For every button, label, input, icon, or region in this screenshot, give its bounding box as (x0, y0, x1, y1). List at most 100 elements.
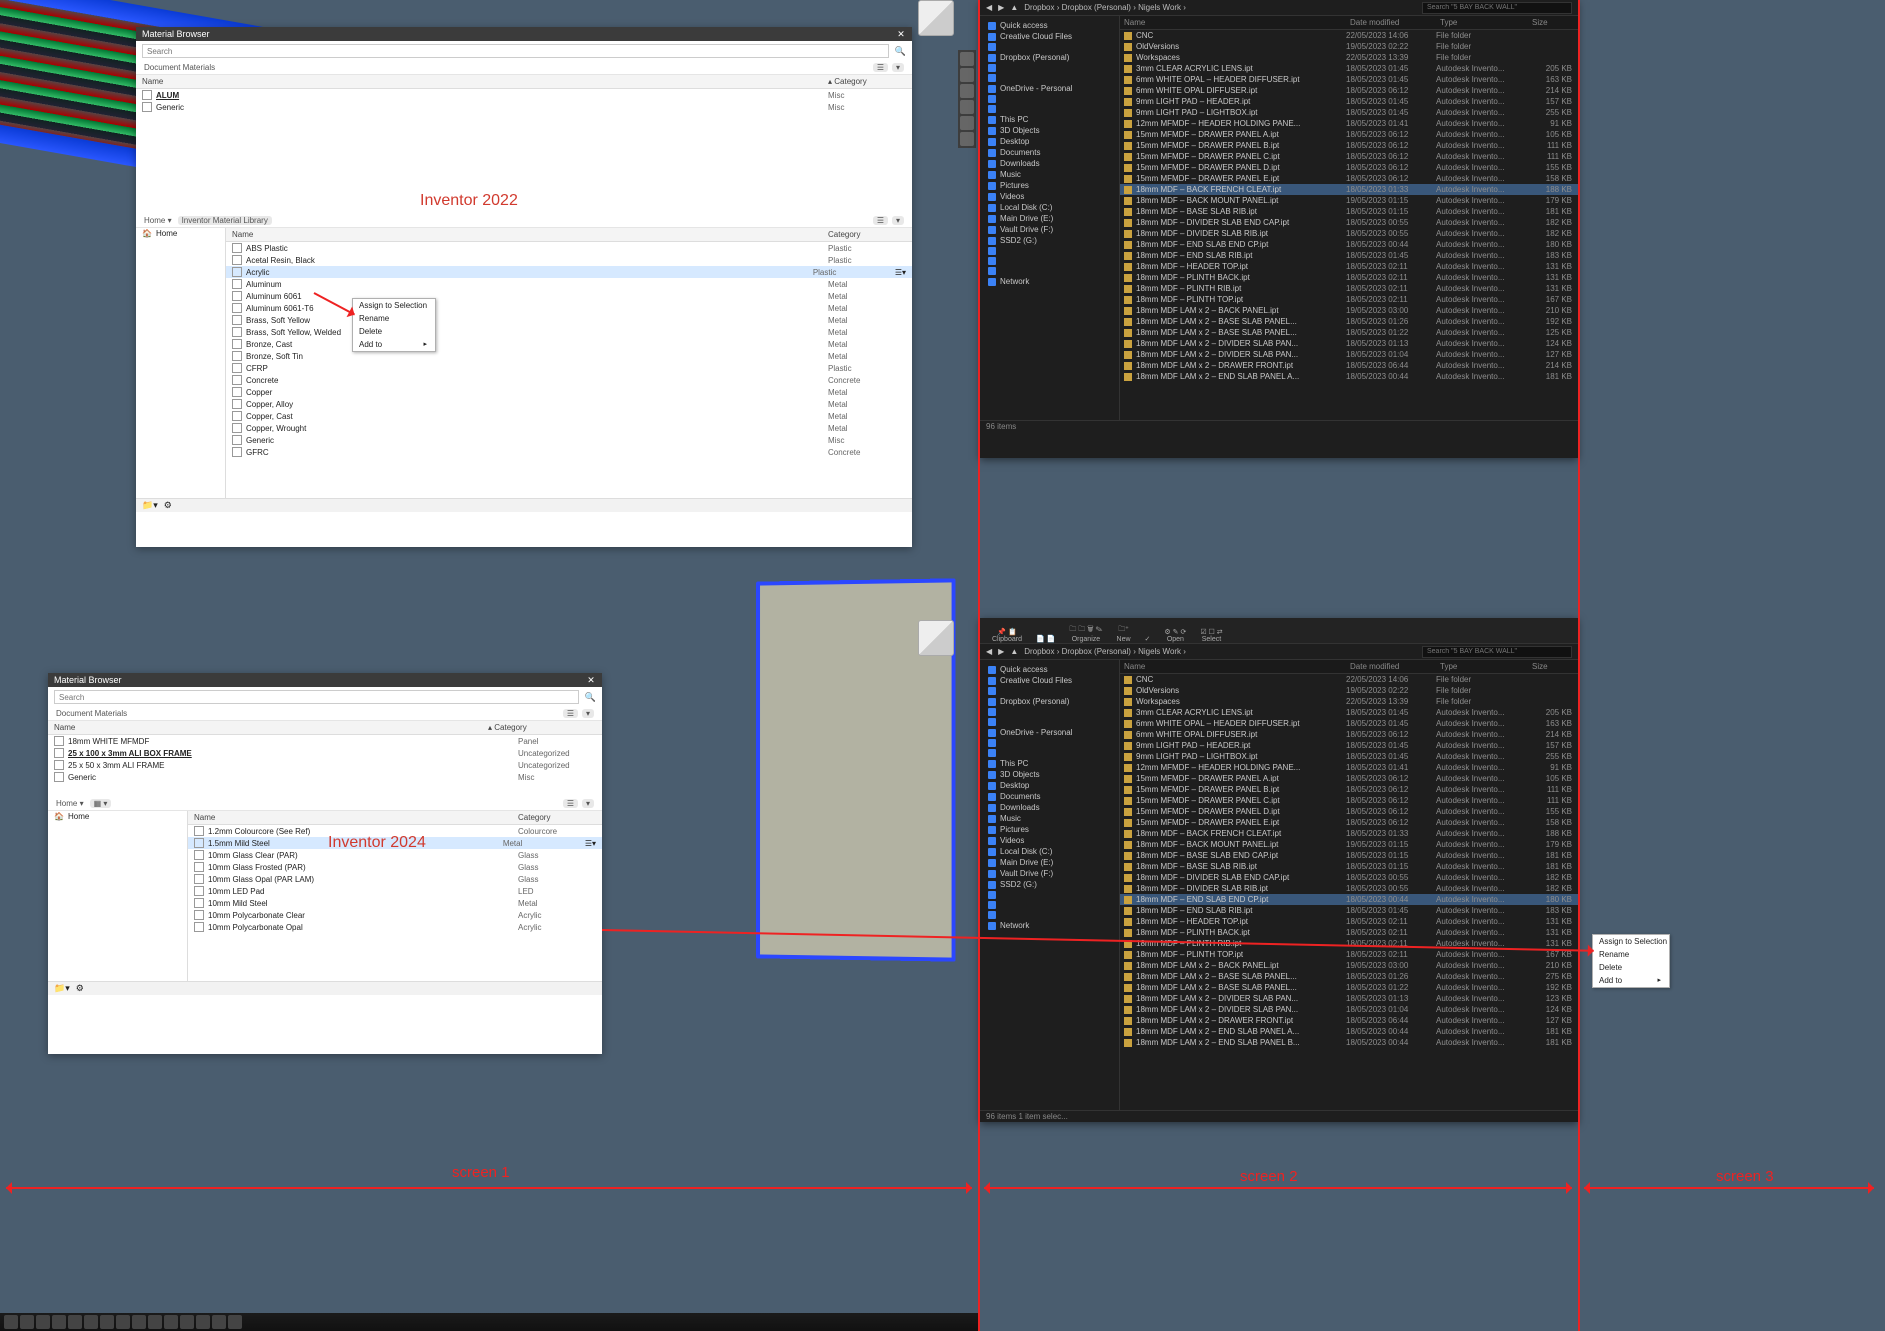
file-row[interactable]: 15mm MFMDF – DRAWER PANEL A.ipt18/05/202… (1120, 129, 1578, 140)
col-category[interactable]: Category (512, 811, 602, 824)
nav-item[interactable]: Desktop (984, 136, 1115, 147)
nav-item[interactable] (984, 63, 1115, 73)
search-icon[interactable]: 🔍 (585, 692, 596, 703)
file-row[interactable]: 18mm MDF – DIVIDER SLAB RIB.ipt18/05/202… (1120, 883, 1578, 894)
nav-item[interactable] (984, 900, 1115, 910)
file-row[interactable]: 18mm MDF – PLINTH TOP.ipt18/05/2023 02:1… (1120, 949, 1578, 960)
sort-icon[interactable]: ▾ (582, 709, 594, 718)
file-row[interactable]: 18mm MDF – END SLAB RIB.ipt18/05/2023 01… (1120, 250, 1578, 261)
libmat-row[interactable]: Copper, CastMetal (226, 410, 912, 422)
sort-icon[interactable]: ▾ (892, 63, 904, 72)
filter-icon[interactable]: ☰ (873, 63, 888, 72)
docmat-row[interactable]: GenericMisc (48, 771, 602, 783)
mi-rename[interactable]: Rename (353, 312, 435, 325)
nav-item[interactable] (984, 717, 1115, 727)
file-row[interactable]: 18mm MDF LAM x 2 – DRAWER FRONT.ipt18/05… (1120, 360, 1578, 371)
file-row[interactable]: 18mm MDF LAM x 2 – BACK PANEL.ipt19/05/2… (1120, 305, 1578, 316)
nav-pane[interactable]: Quick accessCreative Cloud FilesDropbox … (980, 16, 1120, 420)
nav-item[interactable]: This PC (984, 758, 1115, 769)
new-folder-icon[interactable]: 📁▾ (54, 983, 70, 994)
file-row[interactable]: 18mm MDF – END SLAB END CP.ipt18/05/2023… (1120, 894, 1578, 905)
nav-item[interactable]: Network (984, 920, 1115, 931)
libmat-row[interactable]: Bronze, Soft TinMetal (226, 350, 912, 362)
file-row[interactable]: 15mm MFMDF – DRAWER PANEL D.ipt18/05/202… (1120, 162, 1578, 173)
file-row[interactable]: 18mm MDF LAM x 2 – DIVIDER SLAB PAN...18… (1120, 1004, 1578, 1015)
search-icon[interactable]: 🔍 (895, 46, 906, 57)
home-tree[interactable]: 🏠Home (48, 811, 187, 822)
libmat-row[interactable]: GenericMisc (226, 434, 912, 446)
file-row[interactable]: 18mm MDF – PLINTH TOP.ipt18/05/2023 02:1… (1120, 294, 1578, 305)
file-row[interactable]: 15mm MFMDF – DRAWER PANEL C.ipt18/05/202… (1120, 795, 1578, 806)
ribbon[interactable]: 📌 📋Clipboard 📄 📄 🗀 🗀 🗑 ✎Organize 🗀⁺New ✓… (980, 618, 1578, 644)
apply-icon[interactable]: ☰▾ (895, 268, 906, 277)
nav-item[interactable]: Vault Drive (F:) (984, 224, 1115, 235)
file-row[interactable]: 18mm MDF – END SLAB RIB.ipt18/05/2023 01… (1120, 905, 1578, 916)
file-row[interactable]: 18mm MDF LAM x 2 – BASE SLAB PANEL...18/… (1120, 327, 1578, 338)
nav-up-icon[interactable]: ▲ (1010, 3, 1018, 12)
file-row[interactable]: 15mm MFMDF – DRAWER PANEL E.ipt18/05/202… (1120, 173, 1578, 184)
apply-icon[interactable]: ☰▾ (585, 839, 596, 848)
new-folder-icon[interactable]: 📁▾ (142, 500, 158, 511)
col-name[interactable]: Name (136, 75, 822, 88)
lib-section[interactable]: Home ▾ Inventor Material Library ☰ ▾ (136, 214, 912, 228)
nav-item[interactable] (984, 738, 1115, 748)
viewcube-icon[interactable] (918, 620, 954, 656)
mi-addto[interactable]: Add to (353, 338, 435, 351)
libmat-row[interactable]: CFRPPlastic (226, 362, 912, 374)
mi-assign[interactable]: Assign to Selection (1593, 935, 1669, 948)
file-row[interactable]: 15mm MFMDF – DRAWER PANEL C.ipt18/05/202… (1120, 151, 1578, 162)
nav-item[interactable]: Creative Cloud Files (984, 31, 1115, 42)
file-row[interactable]: CNC22/05/2023 14:06File folder (1120, 674, 1578, 685)
file-row[interactable]: 18mm MDF – DIVIDER SLAB END CAP.ipt18/05… (1120, 217, 1578, 228)
nav-item[interactable]: Pictures (984, 824, 1115, 835)
filter-icon[interactable]: ☰ (873, 216, 888, 225)
libmat-row[interactable]: Copper, WroughtMetal (226, 422, 912, 434)
mi-assign[interactable]: Assign to Selection (353, 299, 435, 312)
nav-item[interactable]: Desktop (984, 780, 1115, 791)
col-date[interactable]: Date modified (1346, 16, 1436, 29)
nav-item[interactable] (984, 42, 1115, 52)
file-row[interactable]: 18mm MDF LAM x 2 – END SLAB PANEL B...18… (1120, 1037, 1578, 1048)
libmat-row[interactable]: 10mm Polycarbonate ClearAcrylic (188, 909, 602, 921)
nav-item[interactable]: Vault Drive (F:) (984, 868, 1115, 879)
settings-icon[interactable]: ⚙ (76, 983, 84, 994)
nav-item[interactable]: Local Disk (C:) (984, 202, 1115, 213)
col-size[interactable]: Size (1528, 16, 1578, 29)
nav-item[interactable]: Dropbox (Personal) (984, 52, 1115, 63)
nav-item[interactable]: Local Disk (C:) (984, 846, 1115, 857)
filter-icon[interactable]: ☰ (563, 709, 578, 718)
file-row[interactable]: 9mm LIGHT PAD – LIGHTBOX.ipt18/05/2023 0… (1120, 107, 1578, 118)
file-row[interactable]: OldVersions19/05/2023 02:22File folder (1120, 685, 1578, 696)
file-row[interactable]: 6mm WHITE OPAL – HEADER DIFFUSER.ipt18/0… (1120, 718, 1578, 729)
file-row[interactable]: 18mm MDF – BACK FRENCH CLEAT.ipt18/05/20… (1120, 184, 1578, 195)
libmat-row[interactable]: Acetal Resin, BlackPlastic (226, 254, 912, 266)
libmat-row[interactable]: ConcreteConcrete (226, 374, 912, 386)
nav-item[interactable]: Music (984, 813, 1115, 824)
nav-item[interactable]: SSD2 (G:) (984, 235, 1115, 246)
start-icon[interactable] (4, 1315, 18, 1329)
nav-item[interactable]: Documents (984, 147, 1115, 158)
file-row[interactable]: 18mm MDF – HEADER TOP.ipt18/05/2023 02:1… (1120, 916, 1578, 927)
nav-up-icon[interactable]: ▲ (1010, 647, 1018, 656)
mi-addto[interactable]: Add to (1593, 974, 1669, 987)
file-row[interactable]: 18mm MDF – BASE SLAB END CAP.ipt18/05/20… (1120, 850, 1578, 861)
file-row[interactable]: 18mm MDF – BACK MOUNT PANEL.ipt19/05/202… (1120, 195, 1578, 206)
nav-item[interactable]: OneDrive - Personal (984, 727, 1115, 738)
nav-item[interactable]: 3D Objects (984, 125, 1115, 136)
file-row[interactable]: 12mm MFMDF – HEADER HOLDING PANE...18/05… (1120, 762, 1578, 773)
nav-back-icon[interactable]: ◀ (986, 3, 992, 12)
nav-item[interactable] (984, 890, 1115, 900)
nav-item[interactable]: Pictures (984, 180, 1115, 191)
search-input[interactable] (54, 690, 579, 704)
col-category[interactable]: ▴ Category (482, 721, 602, 734)
file-row[interactable]: 15mm MFMDF – DRAWER PANEL B.ipt18/05/202… (1120, 140, 1578, 151)
col-category[interactable]: Category (822, 228, 912, 241)
titlebar[interactable]: Material Browser ✕ (136, 27, 912, 41)
file-row[interactable]: 18mm MDF – PLINTH BACK.ipt18/05/2023 02:… (1120, 272, 1578, 283)
file-row[interactable]: CNC22/05/2023 14:06File folder (1120, 30, 1578, 41)
docmat-row[interactable]: 25 x 100 x 3mm ALI BOX FRAMEUncategorize… (48, 747, 602, 759)
libmat-row[interactable]: Brass, Soft Yellow, WeldedMetal (226, 326, 912, 338)
file-row[interactable]: 6mm WHITE OPAL DIFFUSER.ipt18/05/2023 06… (1120, 729, 1578, 740)
home-tree[interactable]: 🏠Home (136, 228, 225, 239)
file-row[interactable]: 18mm MDF – PLINTH BACK.ipt18/05/2023 02:… (1120, 927, 1578, 938)
